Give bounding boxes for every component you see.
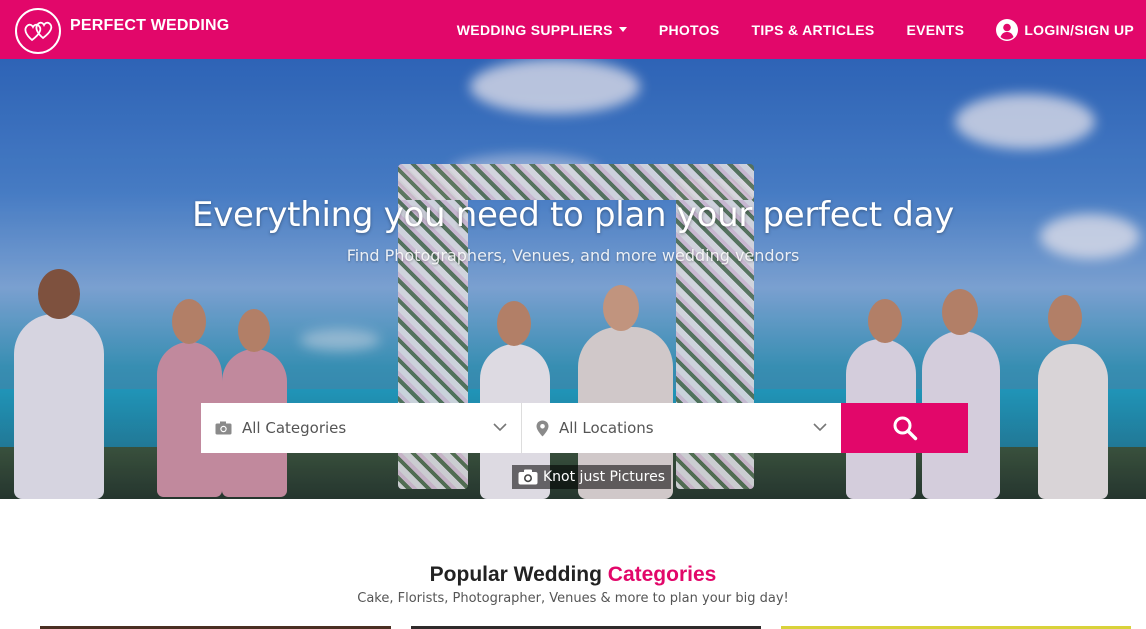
search-button[interactable]	[841, 403, 968, 453]
top-navbar: PERFECT WEDDING WEDDING SUPPLIERS PHOTOS…	[0, 0, 1146, 59]
nav-events-label: EVENTS	[906, 21, 965, 38]
popular-title-main: Popular Wedding	[429, 563, 602, 586]
nav-tips-articles[interactable]: TIPS & ARTICLES	[751, 22, 874, 38]
nav-events[interactable]: EVENTS	[906, 22, 964, 38]
nav-wedding-suppliers[interactable]: WEDDING SUPPLIERS	[457, 22, 627, 38]
popular-categories-subtitle: Cake, Florists, Photographer, Venues & m…	[357, 591, 789, 606]
popular-categories-title: Popular Wedding Categories	[0, 563, 1146, 587]
search-bar: All Categories All Locations	[201, 403, 968, 453]
location-select-value: All Locations	[559, 419, 654, 437]
hero-subtitle: Find Photographers, Venues, and more wed…	[346, 246, 800, 265]
main-nav: WEDDING SUPPLIERS PHOTOS TIPS & ARTICLES…	[425, 0, 1134, 59]
brand-logo[interactable]: PERFECT WEDDING	[15, 8, 229, 54]
login-signup-label: LOGIN/SIGN UP	[1024, 21, 1134, 38]
caret-down-icon	[618, 27, 627, 32]
nav-tips-articles-label: TIPS & ARTICLES	[751, 21, 875, 38]
hero-banner: Everything you need to plan your perfect…	[0, 59, 1146, 499]
camera-icon	[518, 469, 538, 485]
category-select-value: All Categories	[242, 419, 347, 437]
camera-icon	[215, 421, 232, 435]
chevron-down-icon	[813, 423, 827, 432]
brand-name: PERFECT WEDDING	[70, 17, 230, 34]
photo-caption-text: Knot just Pictures	[543, 469, 665, 485]
nav-photos-label: PHOTOS	[658, 21, 720, 38]
hero-title: Everything you need to plan your perfect…	[192, 195, 954, 235]
search-icon	[893, 416, 917, 441]
nav-wedding-suppliers-label: WEDDING SUPPLIERS	[456, 21, 613, 38]
login-signup-link[interactable]: LOGIN/SIGN UP	[996, 18, 1134, 41]
user-circle-icon	[996, 18, 1019, 41]
interlocked-hearts-icon	[15, 8, 61, 54]
location-select[interactable]: All Locations	[521, 403, 841, 453]
nav-photos[interactable]: PHOTOS	[659, 22, 720, 38]
category-select[interactable]: All Categories	[201, 403, 521, 453]
map-pin-icon	[536, 420, 549, 436]
chevron-down-icon	[493, 423, 507, 432]
popular-title-accent: Categories	[607, 563, 717, 586]
photo-caption: Knot just Pictures	[512, 465, 671, 489]
